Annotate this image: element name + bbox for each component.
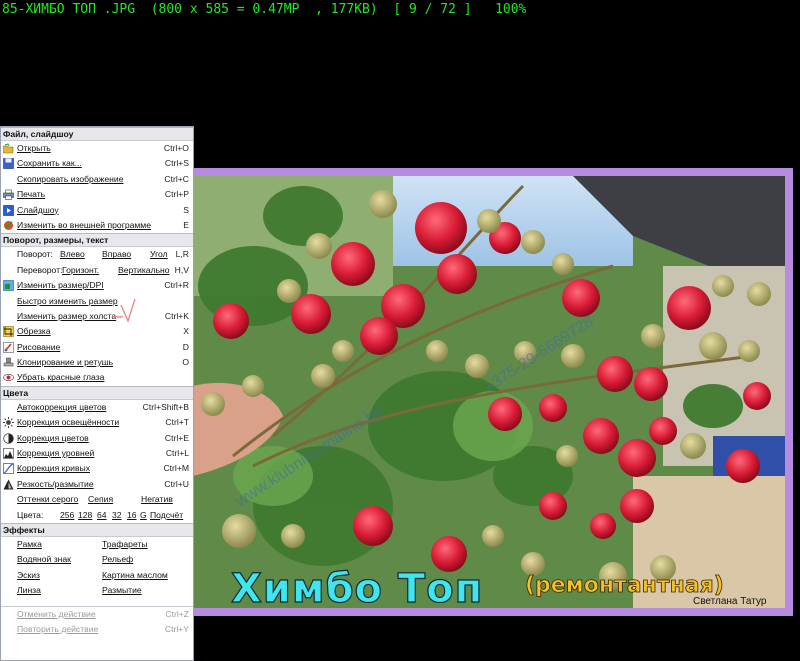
clone-stamp-icon — [3, 357, 14, 367]
menu-item-slideshow[interactable]: Слайдшоу S — [1, 203, 193, 218]
sepia-link[interactable]: Сепия — [88, 492, 113, 507]
section-transform-header: Поворот, размеры, текст — [1, 233, 193, 248]
folder-open-icon — [3, 143, 14, 154]
menu-item-resize-dpi[interactable]: Изменить размер/DPI Ctrl+R — [1, 278, 193, 293]
menu-item-lighting[interactable]: Коррекция освещённости Ctrl+T — [1, 415, 193, 430]
contrast-icon — [3, 432, 14, 444]
menu-item-clone-retouch[interactable]: Клонирование и ретушь O — [1, 355, 193, 370]
raspberry-photo: www.klubnika-malina.by +375-29-6669728 Х… — [193, 176, 785, 608]
external-program-icon — [4, 220, 13, 230]
relief-link[interactable]: Рельеф — [102, 552, 133, 567]
colors-32-link[interactable]: 32 — [112, 508, 122, 523]
menu-row-color-modes: Оттенки серого Сепия Негатив — [1, 492, 193, 507]
menu-item-sharpen-blur[interactable]: Резкость/размытие Ctrl+U — [1, 477, 193, 492]
grayscale-link[interactable]: Оттенки серого — [17, 492, 78, 507]
menu-divider — [1, 599, 193, 607]
colors-16-link[interactable]: 16 — [127, 508, 137, 523]
scribble-annotation-mark — [112, 298, 136, 323]
resize-icon — [3, 280, 14, 291]
flip-horizontal-link[interactable]: Горизонт. — [62, 263, 99, 278]
menu-row-flip: Переворот: Горизонт. Вертикально H,V — [1, 263, 193, 278]
colors-gray-link[interactable]: G — [140, 508, 147, 523]
sketch-link[interactable]: Эскиз — [17, 568, 40, 583]
caption-subtitle: (ремонтантная) — [525, 573, 725, 599]
count-colors-link[interactable]: Подсчёт — [150, 508, 183, 523]
paint-icon — [3, 341, 14, 353]
menu-item-crop[interactable]: Обрезка X — [1, 324, 193, 339]
negative-link[interactable]: Негатив — [141, 492, 173, 507]
flip-vertical-link[interactable]: Вертикально — [118, 263, 170, 278]
menu-item-open[interactable]: Открыть Ctrl+O — [1, 141, 193, 156]
context-menu: Файл, слайдшоу Открыть Ctrl+O Сохранить … — [0, 126, 194, 661]
menu-item-auto-color[interactable]: Автокоррекция цветов Ctrl+Shift+B — [1, 400, 193, 415]
colors-64-link[interactable]: 64 — [97, 508, 107, 523]
menu-item-copy-image[interactable]: Скопировать изображение Ctrl+C — [1, 172, 193, 187]
menu-row-color-count: Цвета: 256 128 64 32 16 G Подсчёт — [1, 508, 193, 523]
section-effects-header: Эффекты — [1, 522, 193, 537]
stencils-link[interactable]: Трафареты — [102, 537, 148, 552]
frame-link[interactable]: Рамка — [17, 537, 42, 552]
red-eye-icon — [3, 374, 14, 382]
colors-256-link[interactable]: 256 — [60, 508, 74, 523]
menu-row-effects-4: Линза Размытие — [1, 583, 193, 598]
menu-item-color-correction[interactable]: Коррекция цветов Ctrl+E — [1, 431, 193, 446]
curves-icon — [3, 463, 14, 475]
window-title: 85-ХИМБО ТОП .JPG (800 x 585 = 0.47MP , … — [2, 2, 527, 17]
sharpen-icon — [3, 479, 14, 490]
image-frame: www.klubnika-malina.by +375-29-6669728 Х… — [185, 168, 793, 616]
menu-item-red-eye[interactable]: Убрать красные глаза — [1, 370, 193, 385]
author-credit: Светлана Татур — [693, 596, 767, 607]
slideshow-icon — [3, 204, 14, 216]
menu-item-edit-external[interactable]: Изменить во внешней программе E — [1, 218, 193, 233]
rotate-left-link[interactable]: Влево — [60, 247, 85, 262]
blur-link[interactable]: Размытие — [102, 583, 142, 598]
menu-item-save-as[interactable]: Сохранить как... Ctrl+S — [1, 156, 193, 171]
menu-item-levels[interactable]: Коррекция уровней Ctrl+L — [1, 446, 193, 461]
colors-128-link[interactable]: 128 — [78, 508, 92, 523]
menu-row-effects-3: Эскиз Картина маслом — [1, 568, 193, 583]
menu-row-rotate: Поворот: Влево Вправо Угол L,R — [1, 247, 193, 262]
save-icon — [3, 158, 14, 170]
oil-painting-link[interactable]: Картина маслом — [102, 568, 168, 583]
menu-item-draw[interactable]: Рисование D — [1, 340, 193, 355]
menu-row-effects-2: Водяной знак Рельеф — [1, 552, 193, 567]
sun-icon — [3, 417, 14, 429]
menu-item-curves[interactable]: Коррекция кривых Ctrl+M — [1, 461, 193, 476]
menu-item-quick-resize[interactable]: Быстро изменить размер — [1, 294, 193, 309]
section-colors-header: Цвета — [1, 385, 193, 400]
watermark-link[interactable]: Водяной знак — [17, 552, 71, 567]
crop-icon — [3, 326, 14, 338]
printer-icon — [3, 189, 14, 200]
menu-item-redo[interactable]: Повторить действие Ctrl+Y — [1, 622, 193, 637]
menu-item-canvas-size[interactable]: Изменить размер холста Ctrl+K — [1, 309, 193, 324]
menu-item-undo[interactable]: Отменить действие Ctrl+Z — [1, 607, 193, 622]
section-file-header: Файл, слайдшоу — [1, 127, 193, 141]
rotate-angle-link[interactable]: Угол — [150, 247, 168, 262]
rotate-right-link[interactable]: Вправо — [102, 247, 131, 262]
levels-icon — [3, 448, 14, 459]
caption-title: Химбо Топ — [230, 565, 484, 608]
menu-row-effects-1: Рамка Трафареты — [1, 537, 193, 552]
menu-item-print[interactable]: Печать Ctrl+P — [1, 187, 193, 202]
lens-link[interactable]: Линза — [17, 583, 41, 598]
